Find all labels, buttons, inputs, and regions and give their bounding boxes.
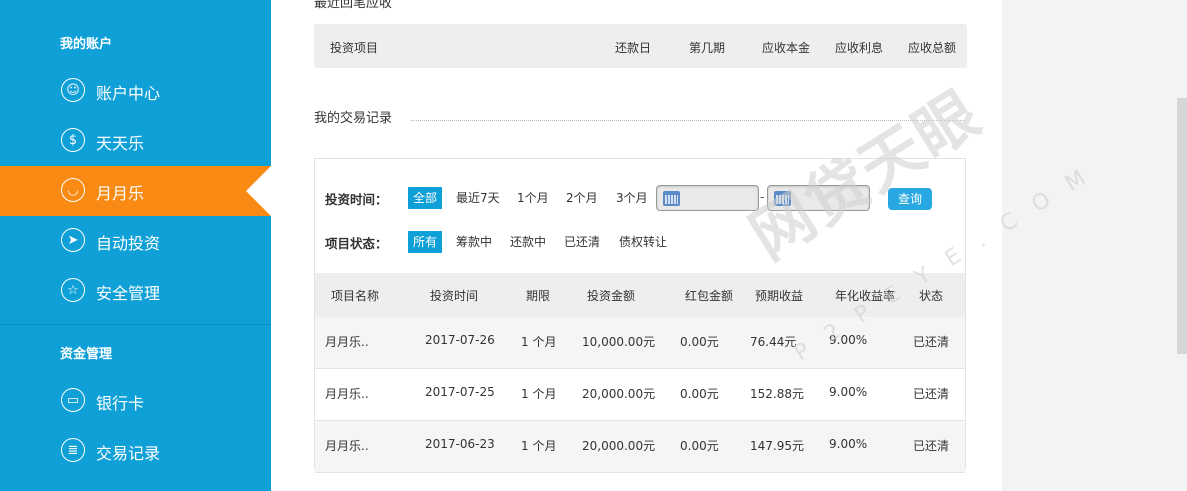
bank-card-icon: ▭ bbox=[61, 388, 85, 412]
time-filter-2months[interactable]: 2个月 bbox=[561, 187, 603, 209]
sidebar-item-bank-card[interactable]: ▭ 银行卡 bbox=[0, 376, 271, 426]
column-header: 预期收益 bbox=[755, 289, 804, 303]
status-filter-all[interactable]: 所有 bbox=[408, 231, 443, 253]
cell-expected: 76.44元 bbox=[750, 335, 797, 349]
time-filter-3months[interactable]: 3个月 bbox=[611, 187, 653, 209]
section-title-my-account: 我的账户 bbox=[60, 37, 113, 52]
table-row: 月月乐.. 2017-07-25 1 个月 20,000.00元 0.00元 1… bbox=[315, 369, 965, 421]
records-table-header: 项目名称 投资时间 期限 投资金额 红包金额 预期收益 年化收益率 状态 bbox=[315, 273, 965, 317]
sidebar-item-yueyuele[interactable]: ◡ 月月乐 bbox=[0, 166, 271, 216]
column-header: 应收总额 bbox=[908, 41, 957, 55]
sidebar-item-account-center[interactable]: ☺ 账户中心 bbox=[0, 66, 271, 116]
star-icon: ☆ bbox=[61, 278, 85, 302]
receivables-table-header: 投资项目 还款日 第几期 应收本金 应收利息 应收总额 bbox=[314, 24, 967, 68]
cell-term: 1 个月 bbox=[521, 387, 557, 401]
calendar-icon bbox=[774, 191, 791, 206]
column-header: 红包金额 bbox=[685, 289, 734, 303]
sidebar: 我的账户 ☺ 账户中心 $ 天天乐 ◡ 月月乐 ➤ 自动投资 ☆ 安全管理 资金… bbox=[0, 0, 271, 491]
sidebar-item-transactions[interactable]: ≣ 交易记录 bbox=[0, 426, 271, 476]
sidebar-item-label: 交易记录 bbox=[96, 444, 161, 463]
cell-date: 2017-07-25 bbox=[425, 385, 495, 399]
receivables-title: 最近回笔应收 bbox=[314, 0, 393, 11]
column-header: 投资金额 bbox=[587, 289, 636, 303]
column-header: 应收利息 bbox=[835, 41, 884, 55]
project-status-label: 项目状态： bbox=[325, 236, 388, 251]
right-panel bbox=[1002, 0, 1187, 491]
sidebar-item-label: 自动投资 bbox=[96, 234, 161, 253]
sidebar-item-auto-invest[interactable]: ➤ 自动投资 bbox=[0, 216, 271, 266]
paper-plane-icon: ➤ bbox=[61, 228, 85, 252]
cell-status: 已还清 bbox=[913, 439, 950, 453]
status-filter-transfer[interactable]: 债权转让 bbox=[614, 231, 672, 253]
sidebar-item-label: 账户中心 bbox=[96, 84, 161, 103]
calendar-icon bbox=[663, 191, 680, 206]
cell-redpacket: 0.00元 bbox=[680, 439, 719, 453]
cell-project[interactable]: 月月乐.. bbox=[325, 385, 369, 402]
sidebar-item-label: 安全管理 bbox=[96, 284, 161, 303]
scrollbar[interactable] bbox=[1177, 98, 1187, 354]
query-button[interactable]: 查询 bbox=[888, 188, 932, 210]
end-date-input[interactable] bbox=[767, 185, 870, 211]
cell-amount: 20,000.00元 bbox=[582, 387, 656, 401]
records-title-divider bbox=[411, 120, 965, 121]
column-header: 项目名称 bbox=[331, 289, 380, 303]
column-header: 年化收益率 bbox=[835, 289, 896, 303]
cell-amount: 10,000.00元 bbox=[582, 335, 656, 349]
sidebar-item-security[interactable]: ☆ 安全管理 bbox=[0, 266, 271, 316]
column-header: 期限 bbox=[526, 289, 551, 303]
main-content: 最近回笔应收 投资项目 还款日 第几期 应收本金 应收利息 应收总额 我的交易记… bbox=[271, 0, 1002, 491]
cell-rate: 9.00% bbox=[829, 333, 868, 347]
column-header: 应收本金 bbox=[762, 41, 811, 55]
user-icon: ☺ bbox=[61, 78, 85, 102]
cell-status: 已还清 bbox=[913, 335, 950, 349]
status-filter-raising[interactable]: 筹款中 bbox=[451, 231, 497, 253]
table-row: 月月乐.. 2017-07-26 1 个月 10,000.00元 0.00元 7… bbox=[315, 317, 965, 369]
time-filter-1month[interactable]: 1个月 bbox=[512, 187, 554, 209]
money-bag-icon: $ bbox=[61, 128, 85, 152]
sidebar-item-label: 月月乐 bbox=[96, 184, 145, 203]
sidebar-item-label: 银行卡 bbox=[96, 394, 145, 413]
status-filter-repaying[interactable]: 还款中 bbox=[505, 231, 551, 253]
cell-project[interactable]: 月月乐.. bbox=[325, 437, 369, 454]
status-filter-repaid[interactable]: 已还清 bbox=[559, 231, 605, 253]
cell-expected: 147.95元 bbox=[750, 439, 804, 453]
cell-redpacket: 0.00元 bbox=[680, 387, 719, 401]
column-header: 投资项目 bbox=[330, 41, 379, 55]
invest-time-label: 投资时间： bbox=[325, 192, 388, 207]
table-row: 月月乐.. 2017-06-23 1 个月 20,000.00元 0.00元 1… bbox=[315, 421, 965, 473]
start-date-input[interactable] bbox=[656, 185, 759, 211]
cell-expected: 152.88元 bbox=[750, 387, 804, 401]
cell-project[interactable]: 月月乐.. bbox=[325, 333, 369, 350]
cell-redpacket: 0.00元 bbox=[680, 335, 719, 349]
column-header: 还款日 bbox=[615, 41, 652, 55]
cell-date: 2017-06-23 bbox=[425, 437, 495, 451]
sidebar-item-label: 天天乐 bbox=[96, 134, 145, 153]
cell-term: 1 个月 bbox=[521, 335, 557, 349]
section-title-funds: 资金管理 bbox=[60, 347, 113, 362]
column-header: 状态 bbox=[919, 289, 944, 303]
date-separator: - bbox=[760, 190, 765, 204]
records-title: 我的交易记录 bbox=[314, 111, 393, 126]
cell-rate: 9.00% bbox=[829, 437, 868, 451]
cell-amount: 20,000.00元 bbox=[582, 439, 656, 453]
column-header: 第几期 bbox=[689, 41, 726, 55]
column-header: 投资时间 bbox=[430, 289, 479, 303]
cell-status: 已还清 bbox=[913, 387, 950, 401]
cell-date: 2017-07-26 bbox=[425, 333, 495, 347]
time-filter-all[interactable]: 全部 bbox=[408, 187, 443, 209]
sidebar-item-tiantianle[interactable]: $ 天天乐 bbox=[0, 116, 271, 166]
piggy-bank-icon: ◡ bbox=[61, 178, 85, 202]
section-divider bbox=[0, 324, 271, 325]
time-filter-7days[interactable]: 最近7天 bbox=[451, 187, 505, 209]
cell-rate: 9.00% bbox=[829, 385, 868, 399]
records-panel: 投资时间： 全部 最近7天 1个月 2个月 3个月 - 查询 项目状态： 所有 … bbox=[314, 158, 966, 473]
transaction-record-icon: ≣ bbox=[61, 438, 85, 462]
cell-term: 1 个月 bbox=[521, 439, 557, 453]
